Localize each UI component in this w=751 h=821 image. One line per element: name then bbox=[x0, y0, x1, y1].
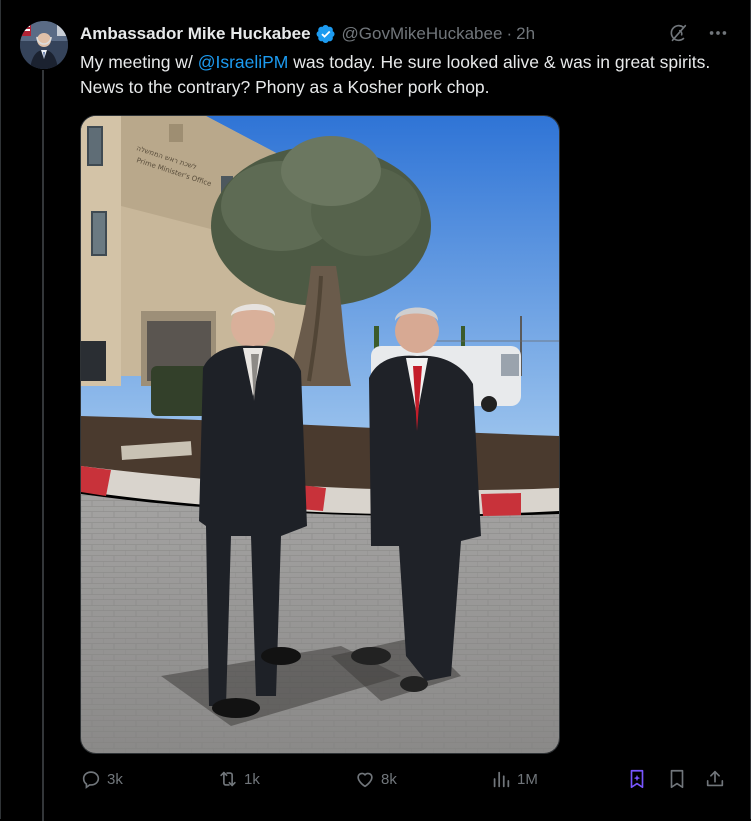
bookmark-button[interactable] bbox=[666, 768, 688, 790]
like-button[interactable]: 8k bbox=[354, 768, 397, 790]
share-button[interactable] bbox=[704, 768, 726, 790]
tweet-header: Ambassador Mike Huckabee @GovMikeHuckabe… bbox=[80, 22, 731, 46]
grok-icon[interactable] bbox=[667, 22, 689, 49]
views-icon bbox=[493, 771, 510, 788]
views-count: 1M bbox=[517, 770, 538, 788]
thread-line bbox=[42, 70, 44, 821]
photo-image: לשכת ראש הממשלה Prime Minister's Office bbox=[81, 116, 559, 753]
author-handle[interactable]: @GovMikeHuckabee bbox=[342, 24, 503, 44]
avatar-image bbox=[20, 21, 68, 69]
separator-dot: · bbox=[506, 24, 513, 43]
like-icon bbox=[357, 772, 373, 788]
mention-link[interactable]: @IsraeliPM bbox=[198, 52, 289, 72]
verified-badge-icon bbox=[316, 24, 336, 44]
more-icon[interactable] bbox=[707, 22, 729, 49]
tweet-text: My meeting w/ @IsraeliPM was today. He s… bbox=[80, 50, 730, 100]
avatar[interactable] bbox=[20, 21, 68, 69]
reply-button[interactable]: 3k bbox=[80, 768, 123, 790]
tweet-photo[interactable]: לשכת ראש הממשלה Prime Minister's Office bbox=[80, 115, 560, 754]
bookmark-icon bbox=[670, 769, 684, 789]
author-name[interactable]: Ambassador Mike Huckabee bbox=[80, 24, 311, 44]
action-bar: 3k 1k 8k 1M bbox=[80, 768, 730, 794]
repost-count: 1k bbox=[244, 770, 260, 788]
header-icons bbox=[667, 22, 729, 49]
repost-button[interactable]: 1k bbox=[217, 768, 260, 790]
views-button[interactable]: 1M bbox=[490, 768, 538, 790]
reply-icon bbox=[82, 771, 100, 789]
share-icon bbox=[706, 770, 724, 787]
reply-count: 3k bbox=[107, 770, 123, 788]
timestamp[interactable]: 2h bbox=[516, 24, 535, 44]
like-count: 8k bbox=[381, 770, 397, 788]
grok-summary-icon bbox=[630, 769, 644, 789]
grok-summary-button[interactable] bbox=[626, 768, 648, 790]
repost-icon bbox=[220, 771, 236, 787]
tweet-text-start: My meeting w/ bbox=[80, 52, 198, 72]
